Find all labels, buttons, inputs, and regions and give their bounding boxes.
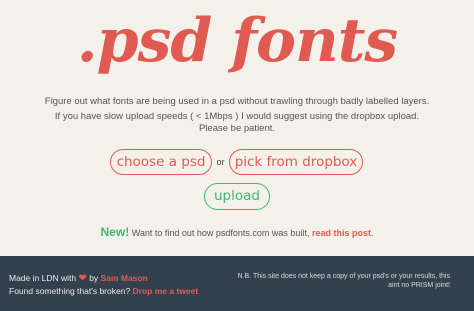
speed-note: If you have slow upload speeds ( < 1Mbps… <box>54 111 420 122</box>
upload-button[interactable]: upload <box>204 183 270 210</box>
read-post-link[interactable]: read this post <box>312 228 371 238</box>
site-logo: .psd fonts <box>76 6 398 76</box>
news-end: . <box>370 228 374 238</box>
choose-psd-button[interactable]: choose a psd <box>110 149 212 175</box>
new-badge: New! <box>100 225 130 239</box>
dropbox-button[interactable]: pick from dropbox <box>229 149 363 175</box>
heart-icon: ❤ <box>78 273 87 284</box>
intro-text: Figure out what fonts are being used in … <box>44 96 430 107</box>
footer: Made in LDN with ❤ by Sam Mason Found so… <box>0 256 474 311</box>
main-content: .psd fonts Figure out what fonts are bei… <box>0 0 474 256</box>
broken-line: Found something that's broken? Drop me a… <box>9 285 198 297</box>
made-prefix: Made in LDN with <box>9 273 79 283</box>
news-text: Want to find out how psdfonts.com was bu… <box>129 228 312 238</box>
patience-note: Please be patient. <box>198 123 276 134</box>
by-label: by <box>86 273 101 283</box>
broken-text: Found something that's broken? <box>9 286 133 296</box>
privacy-notice: N.B. This site does not keep a copy of y… <box>237 273 450 289</box>
news-banner: New! Want to find out how psdfonts.com w… <box>0 225 474 239</box>
made-in-line: Made in LDN with ❤ by Sam Mason <box>9 272 198 285</box>
tweet-link[interactable]: Drop me a tweet <box>133 286 199 296</box>
or-label: or <box>216 157 225 167</box>
author-link[interactable]: Sam Mason <box>101 273 148 283</box>
footer-credits: Made in LDN with ❤ by Sam Mason Found so… <box>9 272 198 297</box>
